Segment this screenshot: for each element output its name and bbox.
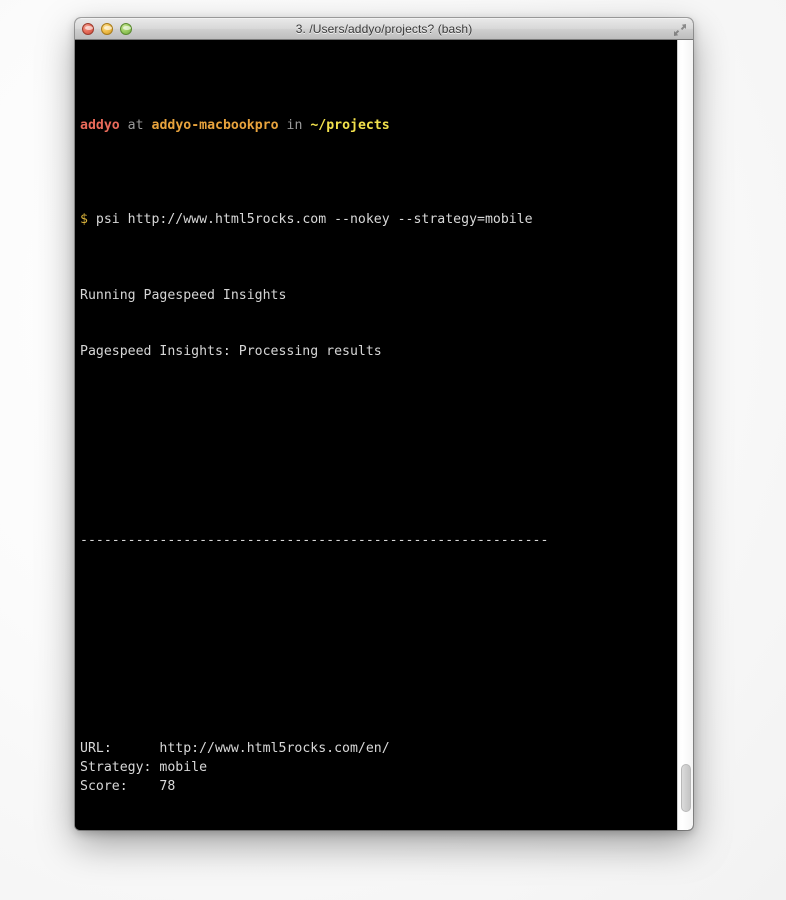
scrollbar-thumb[interactable] bbox=[681, 764, 691, 812]
separator-top: ----------------------------------------… bbox=[80, 532, 669, 551]
prompt-line: addyo at addyo-macbookpro in ~/projects bbox=[80, 117, 669, 136]
window-controls bbox=[82, 23, 132, 35]
processing-line: Pagespeed Insights: Processing results bbox=[80, 343, 669, 362]
prompt-path: ~/projects bbox=[310, 118, 389, 133]
terminal-window[interactable]: 3. /Users/addyo/projects? (bash) addyo a… bbox=[75, 18, 693, 830]
window-title-bar[interactable]: 3. /Users/addyo/projects? (bash) bbox=[75, 18, 693, 40]
spacer bbox=[80, 476, 669, 495]
spacer bbox=[80, 589, 669, 608]
summary-label: Score: bbox=[80, 779, 159, 794]
summary-label: URL: bbox=[80, 741, 159, 756]
prompt-sigil: $ bbox=[80, 212, 88, 227]
summary-row: Score: 78 bbox=[80, 778, 669, 797]
prompt-user: addyo bbox=[80, 118, 120, 133]
minimize-button-icon[interactable] bbox=[101, 23, 113, 35]
summary-row: Strategy: mobile bbox=[80, 759, 669, 778]
spacer bbox=[80, 419, 669, 438]
window-title: 3. /Users/addyo/projects? (bash) bbox=[75, 22, 693, 36]
prompt-host: addyo-macbookpro bbox=[152, 118, 279, 133]
close-button-icon[interactable] bbox=[82, 23, 94, 35]
command-line: $ psi http://www.html5rocks.com --nokey … bbox=[80, 211, 669, 230]
terminal-body[interactable]: addyo at addyo-macbookpro in ~/projects … bbox=[75, 40, 693, 830]
desktop-background: 3. /Users/addyo/projects? (bash) addyo a… bbox=[0, 0, 786, 900]
summary-block: URL: http://www.html5rocks.com/en/Strate… bbox=[80, 740, 669, 797]
summary-row: URL: http://www.html5rocks.com/en/ bbox=[80, 740, 669, 759]
prompt-in-word: in bbox=[287, 118, 303, 133]
prompt-at-word: at bbox=[128, 118, 144, 133]
summary-value: 78 bbox=[159, 779, 175, 794]
running-line: Running Pagespeed Insights bbox=[80, 287, 669, 306]
scrollbar-track[interactable] bbox=[677, 40, 693, 830]
summary-value: mobile bbox=[159, 760, 207, 775]
summary-value: http://www.html5rocks.com/en/ bbox=[159, 741, 389, 756]
command-text: psi http://www.html5rocks.com --nokey --… bbox=[96, 212, 533, 227]
terminal-output: addyo at addyo-macbookpro in ~/projects … bbox=[80, 41, 669, 830]
summary-label: Strategy: bbox=[80, 760, 159, 775]
spacer bbox=[80, 646, 669, 665]
zoom-button-icon[interactable] bbox=[120, 23, 132, 35]
fullscreen-icon[interactable] bbox=[673, 23, 687, 37]
